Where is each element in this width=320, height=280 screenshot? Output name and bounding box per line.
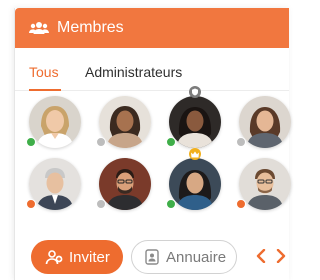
member-avatar[interactable] <box>166 148 221 210</box>
invite-label: Inviter <box>69 248 110 266</box>
invite-button[interactable]: Inviter <box>31 240 123 274</box>
status-indicator <box>236 199 246 209</box>
chevron-right-icon[interactable] <box>275 246 287 266</box>
directory-label: Annuaire <box>166 248 227 266</box>
address-book-icon <box>144 249 160 265</box>
tab-all[interactable]: Tous <box>29 64 61 91</box>
status-indicator <box>26 137 36 147</box>
avatar <box>169 158 221 210</box>
add-user-icon <box>45 248 63 266</box>
avatar <box>239 158 291 210</box>
member-avatar[interactable] <box>26 96 81 148</box>
status-indicator <box>166 137 176 147</box>
tab-administrators[interactable]: Administrateurs <box>85 64 182 80</box>
member-avatar[interactable] <box>96 96 151 148</box>
shield-icon <box>189 86 201 98</box>
crown-icon <box>189 148 201 160</box>
group-icon <box>29 20 49 36</box>
member-avatar[interactable] <box>26 158 81 210</box>
avatar <box>99 96 151 148</box>
member-avatar[interactable] <box>236 158 291 210</box>
member-avatar[interactable] <box>166 86 221 148</box>
tab-bar: Tous Administrateurs <box>15 56 289 91</box>
directory-button[interactable]: Annuaire <box>131 240 237 274</box>
status-indicator <box>96 137 106 147</box>
member-avatar[interactable] <box>96 158 151 210</box>
member-avatar[interactable] <box>236 96 291 148</box>
status-indicator <box>96 199 106 209</box>
chevron-left-icon[interactable] <box>255 246 267 266</box>
members-panel: Membres Tous Administrateurs Inviter Ann… <box>14 8 291 280</box>
avatar <box>169 96 221 148</box>
avatar <box>29 96 81 148</box>
members-header: Membres <box>15 8 289 48</box>
status-indicator <box>166 199 176 209</box>
panel-title: Membres <box>57 19 124 36</box>
status-indicator <box>236 137 246 147</box>
status-indicator <box>26 199 36 209</box>
avatar <box>99 158 151 210</box>
avatar <box>29 158 81 210</box>
avatar <box>239 96 291 148</box>
